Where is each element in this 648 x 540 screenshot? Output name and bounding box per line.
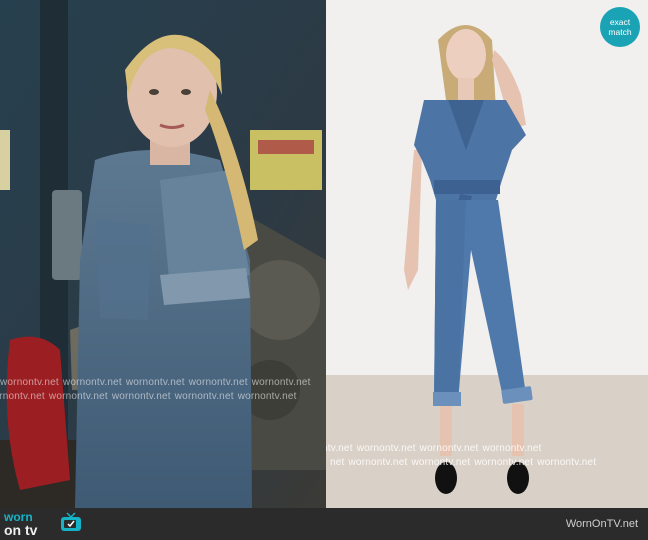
- watermark-text: wornontv.net: [474, 457, 534, 468]
- watermark-row-left-2: wornontv.networnontv.networnontv.networn…: [0, 391, 312, 402]
- wornontv-logo[interactable]: worn on tv: [4, 511, 84, 538]
- logo-text-bottom: on tv: [4, 522, 38, 538]
- watermark-text: wornontv.net: [62, 377, 122, 388]
- footer-bar: worn on tv WornOnTV.net: [0, 508, 648, 540]
- watermark-text: wornontv.net: [188, 377, 248, 388]
- watermark-text: wornontv.net: [411, 457, 471, 468]
- right-photo: ntv.networnontv.networnontv.networnontv.…: [326, 0, 648, 508]
- right-photo-illustration: [326, 0, 648, 508]
- tv-icon: [61, 512, 81, 531]
- watermark-row-right-1: ntv.networnontv.networnontv.networnontv.…: [326, 443, 644, 454]
- badge-line-1: exact: [609, 17, 631, 27]
- watermark-text: wornontv.net: [0, 377, 59, 388]
- left-photo-illustration: [0, 0, 326, 508]
- watermark-text: wornontv.net: [111, 391, 171, 402]
- watermark-text: wornontv.net: [174, 391, 234, 402]
- watermark-text: wornontv.net: [537, 457, 597, 468]
- badge-line-2: match: [608, 27, 632, 37]
- site-name: WornOnTV.net: [565, 518, 638, 530]
- watermark-text: wornontv.net: [348, 457, 408, 468]
- watermark-text: wornontv.net: [251, 377, 311, 388]
- watermark-text: wornontv.net: [419, 443, 479, 454]
- watermark-text: wornontv.net: [125, 377, 185, 388]
- watermark-text: wornontv.net: [356, 443, 416, 454]
- watermark-text: wornontv.net: [0, 391, 45, 402]
- watermark-text: wornontv.net: [482, 443, 542, 454]
- watermark-text: wornontv.net: [48, 391, 108, 402]
- watermark-text: ntv.net: [326, 443, 353, 454]
- watermark-text: net: [330, 457, 345, 468]
- watermark-row-left-1: wornontv.net wornontv.net wornontv.net worn…: [0, 377, 326, 388]
- watermark-text: wornontv.net: [237, 391, 297, 402]
- watermark-row-right-2: net wornontv.net wornontv.net wornontv.net w…: [330, 457, 648, 468]
- exact-match-badge: exact match: [600, 7, 640, 47]
- left-photo: wornontv.net wornontv.net wornontv.net worn…: [0, 0, 326, 508]
